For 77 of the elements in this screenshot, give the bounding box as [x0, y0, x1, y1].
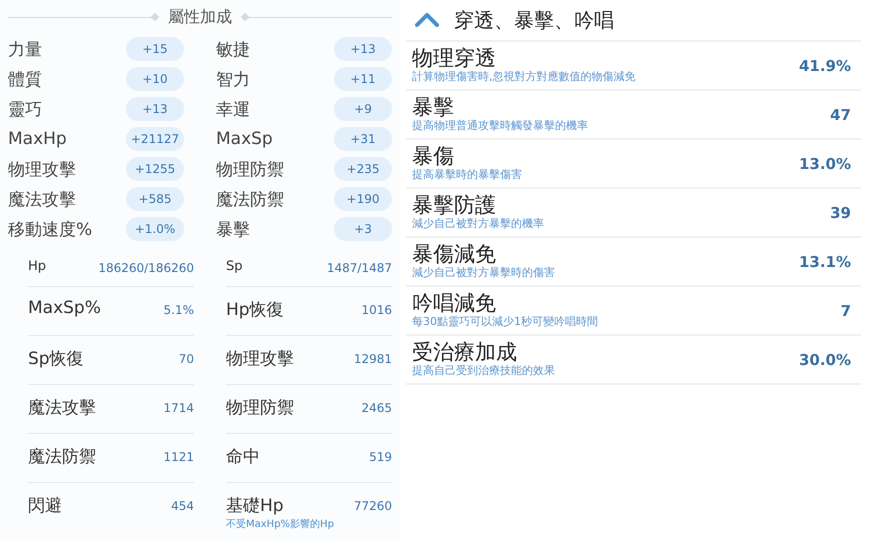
bonus-value: +21127 [126, 127, 184, 151]
stat-value: 41.9% [798, 56, 851, 74]
stat-value: 1121 [163, 449, 194, 464]
stat-value: 77260 [354, 498, 392, 513]
attribute-label: 靈巧 [8, 98, 42, 120]
stat-description: 減少自己被對方暴擊時的傷害 [412, 265, 555, 280]
stat-label: 物理攻擊 [226, 348, 294, 370]
bonus-value: +190 [334, 187, 392, 211]
stat-description: 提高物理普通攻擊時觸發暴擊的機率 [412, 118, 588, 134]
stat-value: 1714 [163, 400, 194, 415]
attribute-label: 移動速度% [8, 218, 92, 240]
stat-description: 提高暴擊時的暴擊傷害 [412, 167, 522, 182]
stat-value: 2465 [361, 400, 392, 415]
bonus-value: +31 [334, 127, 392, 151]
bonus-value: +15 [126, 37, 184, 61]
attribute-label: MaxHp [8, 129, 67, 149]
attribute-label: 魔法防禦 [216, 188, 284, 210]
stat-description: 計算物理傷害時,忽視對方對應數值的物傷減免 [412, 69, 636, 84]
stat-description: 減少自己被對方暴擊的機率 [412, 216, 544, 232]
stat-value: 186260/186260 [98, 260, 194, 275]
stat-value: 454 [171, 498, 194, 513]
stat-label: 閃避 [28, 495, 62, 517]
attribute-label: 暴擊 [216, 218, 250, 240]
section-title: 穿透、暴擊、吟唱 [454, 6, 614, 34]
attribute-label: 力量 [8, 38, 42, 60]
stat-description: 提高自己受到治療技能的效果 [412, 363, 555, 378]
stat-value: 1487/1487 [326, 260, 392, 275]
bonus-value: +3 [334, 217, 392, 241]
stat-name: 吟唱減免 [412, 292, 497, 314]
stat-label: 魔法防禦 [28, 446, 96, 468]
stat-label: 物理防禦 [226, 397, 294, 419]
stat-name: 暴傷減免 [412, 242, 497, 266]
stat-label: 魔法攻擊 [28, 397, 96, 419]
bonus-value: +1.0% [126, 217, 184, 241]
stat-description: 每30點靈巧可以減少1秒可變吟唱時間 [412, 314, 598, 330]
bonus-value: +10 [126, 67, 184, 91]
stat-name: 暴傷 [412, 144, 455, 168]
bonus-value: +1255 [126, 157, 184, 181]
attribute-label: 魔法攻擊 [8, 188, 76, 210]
panel-title: 屬性加成 [168, 6, 232, 28]
bonus-value: +585 [126, 187, 184, 211]
stat-name: 暴擊 [412, 96, 455, 118]
attribute-label: 體質 [8, 68, 42, 90]
attribute-label: 物理防禦 [216, 158, 284, 180]
stat-value: 7 [840, 302, 851, 320]
stat-note: 不受MaxHp%影響的Hp [226, 518, 334, 531]
attribute-label: 敏捷 [216, 38, 250, 60]
stat-value: 13.1% [798, 252, 851, 270]
stat-value: 5.1% [164, 302, 194, 317]
attribute-label: 幸運 [216, 98, 250, 120]
bonus-value: +13 [126, 97, 184, 121]
attribute-label: 物理攻擊 [8, 158, 76, 180]
stat-value: 12981 [354, 351, 392, 366]
bonus-value: +235 [334, 157, 392, 181]
stat-label: Sp恢復 [28, 348, 84, 370]
bonus-value: +13 [334, 37, 392, 61]
chevron-up-icon[interactable] [414, 11, 440, 29]
attribute-label: MaxSp [216, 129, 273, 149]
bonus-value: +11 [334, 67, 392, 91]
stat-value: 47 [830, 106, 851, 124]
stat-label: 命中 [226, 446, 260, 468]
stat-value: 519 [369, 449, 392, 464]
stat-label: Hp [28, 259, 46, 274]
stat-name: 受治療加成 [412, 340, 518, 364]
stat-label: Sp [226, 259, 243, 274]
stat-name: 暴擊防護 [412, 194, 497, 216]
bonus-value: +9 [334, 97, 392, 121]
stat-label: Hp恢復 [226, 299, 284, 321]
stat-label: 基礎Hp [226, 495, 285, 517]
stat-value: 70 [178, 351, 194, 366]
stat-label: MaxSp% [28, 298, 101, 318]
stat-value: 30.0% [798, 350, 851, 368]
stat-value: 13.0% [798, 154, 851, 172]
stat-value: 1016 [361, 302, 392, 317]
attribute-label: 智力 [216, 68, 250, 90]
stat-name: 物理穿透 [412, 46, 497, 70]
stat-value: 39 [830, 204, 851, 222]
